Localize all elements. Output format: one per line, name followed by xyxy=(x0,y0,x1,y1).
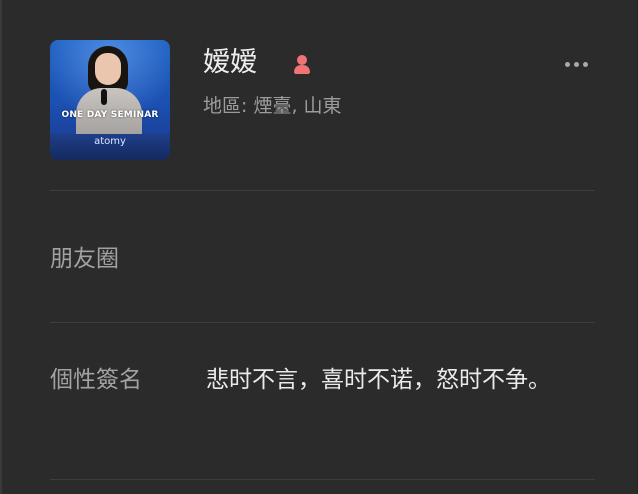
divider xyxy=(50,190,595,191)
more-horizontal-icon xyxy=(565,62,570,67)
profile-card: ONE DAY SEMINAR atomy 嫒嫒 地區: 煙臺, 山東 朋友圈 … xyxy=(0,0,638,494)
more-horizontal-icon-dot xyxy=(583,62,588,67)
more-options-button[interactable] xyxy=(560,54,594,76)
moments-label[interactable]: 朋友圈 xyxy=(50,243,119,275)
signature-value: 悲时不言，喜时不诺，怒时不争。 xyxy=(206,367,551,393)
window-edge xyxy=(0,0,2,494)
moments-row[interactable] xyxy=(50,193,595,321)
avatar[interactable]: ONE DAY SEMINAR atomy xyxy=(50,40,170,160)
profile-header: ONE DAY SEMINAR atomy 嫒嫒 地區: 煙臺, 山東 xyxy=(50,40,595,161)
avatar-banner-text: ONE DAY SEMINAR xyxy=(61,110,159,120)
avatar-face xyxy=(95,53,121,85)
contact-name: 嫒嫒 xyxy=(203,47,257,78)
more-horizontal-icon-dot xyxy=(574,62,579,67)
avatar-brand-text: atomy xyxy=(94,136,126,147)
microphone-icon xyxy=(101,89,107,105)
contact-region: 地區: 煙臺, 山東 xyxy=(203,95,342,117)
signature-label: 個性簽名 xyxy=(50,367,142,393)
divider xyxy=(50,479,595,480)
divider xyxy=(50,322,595,323)
female-icon xyxy=(294,55,310,74)
